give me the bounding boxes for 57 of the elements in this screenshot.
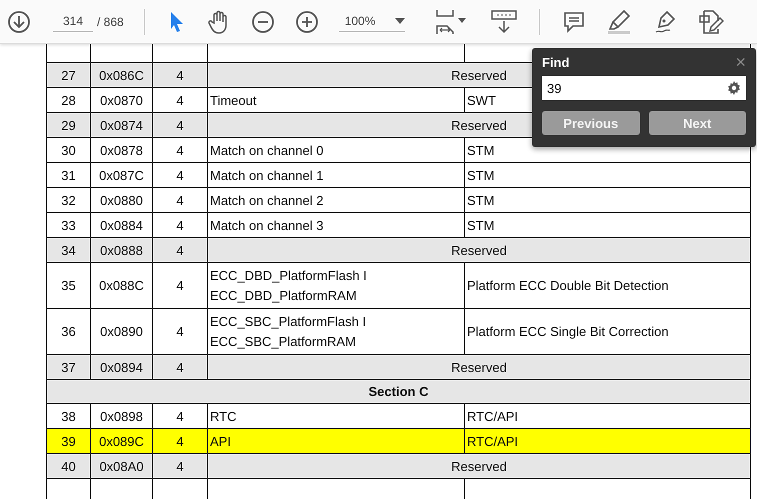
table-cell: RTC/API xyxy=(464,428,750,454)
table-cell: 4 xyxy=(152,428,208,454)
section-heading: Section C xyxy=(46,380,750,404)
table-cell: 37 xyxy=(46,354,90,380)
table-cell: API xyxy=(208,428,464,454)
table-cell: 32 xyxy=(46,188,90,212)
table-cell: 31 xyxy=(46,162,90,188)
zoom-in-icon[interactable] xyxy=(294,10,319,34)
table-cell: 4 xyxy=(152,262,208,308)
table-cell: Match on channel 1 xyxy=(208,162,464,188)
table-cell: Match on channel 2 xyxy=(208,188,464,212)
scroll-mode-icon[interactable] xyxy=(488,8,519,34)
table-cell: 4 xyxy=(152,354,208,380)
table-cell: 40 xyxy=(46,454,90,478)
page-total: / 868 xyxy=(97,14,124,28)
table-cell: STM xyxy=(464,162,750,188)
table-cell: 39 xyxy=(46,428,90,454)
settings-icon[interactable] xyxy=(727,81,741,95)
zoom-dropdown[interactable]: 100% xyxy=(338,11,405,32)
table-cell: 29 xyxy=(46,112,90,138)
table-cell: 4 xyxy=(152,454,208,478)
highlighter-icon[interactable] xyxy=(606,8,632,34)
find-field[interactable]: 39 xyxy=(542,76,746,100)
table-cell: 4 xyxy=(152,138,208,162)
download-icon[interactable] xyxy=(7,10,31,34)
table-cell: 27 xyxy=(46,62,90,88)
edit-document-icon[interactable] xyxy=(698,8,724,34)
zoom-out-icon[interactable] xyxy=(250,10,275,34)
table-cell: 0x0888 xyxy=(90,238,152,262)
table-cell: 4 xyxy=(152,238,208,262)
table-cell: Reserved xyxy=(208,454,750,478)
table-cell: 0x0878 xyxy=(90,138,152,162)
table-cell: 4 xyxy=(152,62,208,88)
table-cell: 0x0880 xyxy=(90,188,152,212)
table-cell: 0x0894 xyxy=(90,354,152,380)
caret-icon xyxy=(394,18,405,24)
table-cell: 4 xyxy=(152,112,208,138)
table-cell: 34 xyxy=(46,238,90,262)
table-cell: 0x086C xyxy=(90,62,152,88)
table-cell: Reserved xyxy=(208,354,750,380)
table-cell: 0x087C xyxy=(90,162,152,188)
table-cell: 0x088C xyxy=(90,262,152,308)
table-cell: 0x0874 xyxy=(90,112,152,138)
table-cell: 35 xyxy=(46,262,90,308)
comment-icon[interactable] xyxy=(562,10,586,34)
table-cell: ECC_DBD_PlatformFlash I ECC_DBD_PlatformRAM xyxy=(208,262,464,308)
table-cell: Platform ECC Double Bit Detection xyxy=(464,262,750,308)
table-cell: 0x089C xyxy=(90,428,152,454)
table-cell: Match on channel 0 xyxy=(208,138,464,162)
table-cell: 4 xyxy=(152,162,208,188)
page-fit-icon[interactable] xyxy=(434,8,469,34)
table-cell: Reserved xyxy=(208,238,750,262)
table-cell: 30 xyxy=(46,138,90,162)
table-cell: STM xyxy=(464,188,750,212)
table-cell: 0x08A0 xyxy=(90,454,152,478)
page-number-field[interactable]: 314 xyxy=(53,11,93,32)
table-cell: 4 xyxy=(152,188,208,212)
